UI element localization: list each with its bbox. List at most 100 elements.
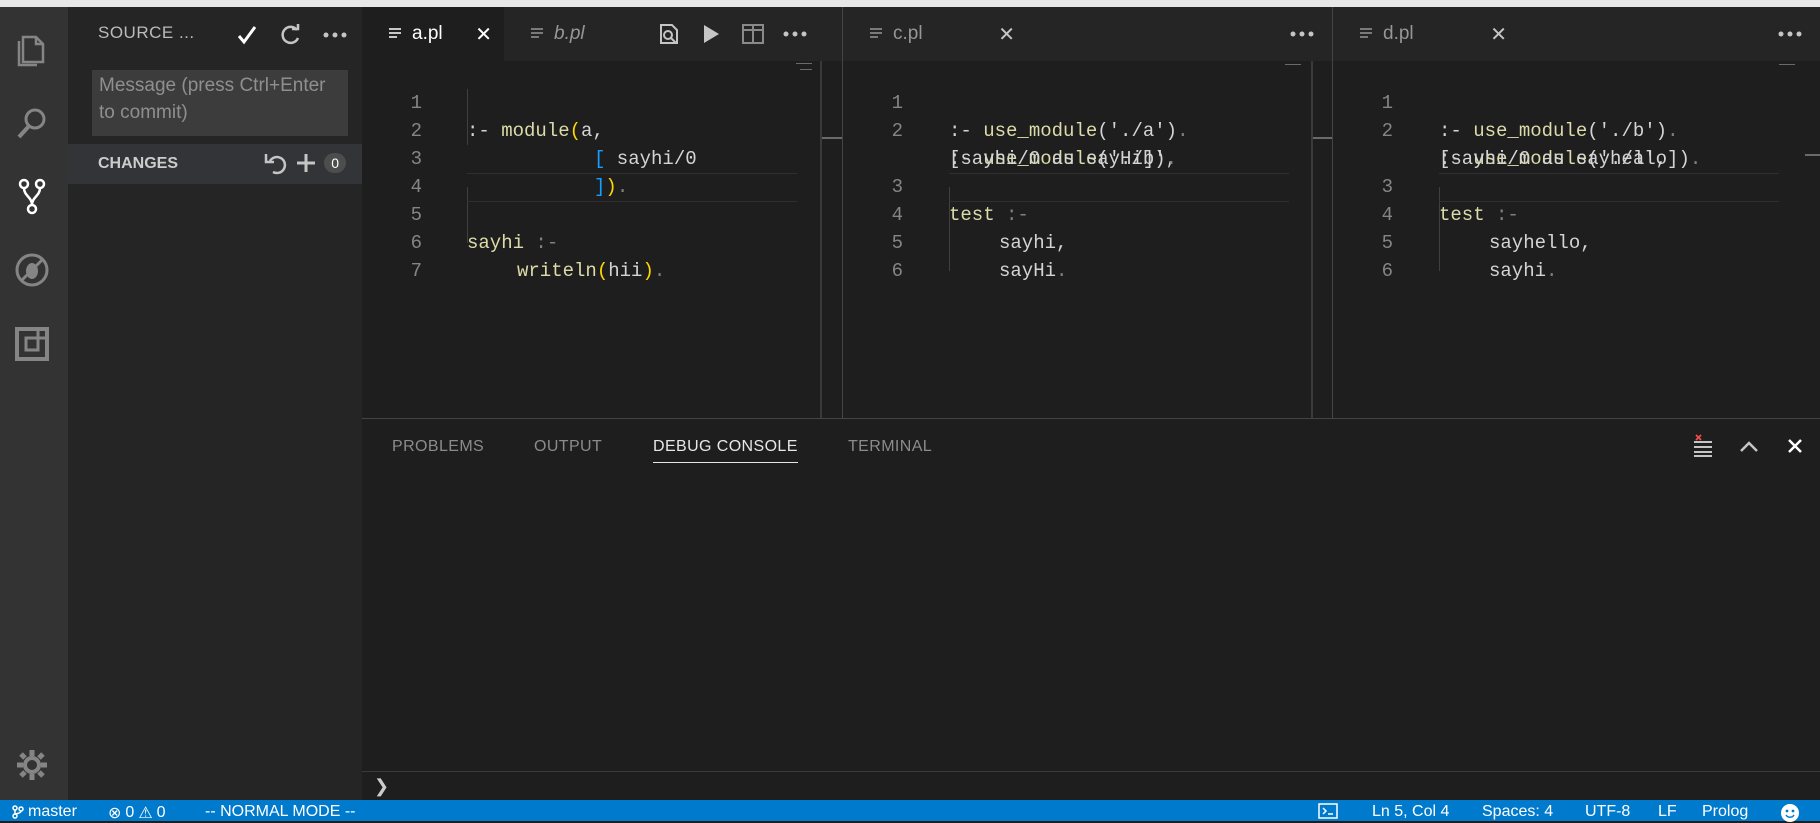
scrollbar-thumb[interactable]: [822, 137, 842, 139]
tab-terminal[interactable]: TERMINAL: [848, 438, 932, 456]
scrollbar-thumb[interactable]: [1805, 154, 1820, 156]
tab-problems[interactable]: PROBLEMS: [392, 438, 484, 456]
settings-gear-icon[interactable]: [10, 743, 54, 787]
debug-console-input[interactable]: ❯: [362, 771, 1820, 802]
code-line: 6: [1333, 229, 1820, 282]
line-number: 7: [410, 260, 422, 282]
code-line: 1 :- use_module('./b').: [1333, 61, 1820, 142]
sidebar-actions: [228, 17, 354, 53]
tab-c-pl[interactable]: c.pl ✕: [843, 7, 1027, 61]
editor-group-2: c.pl ✕ 1 :- use_module('./a'). 2 :- use_…: [842, 7, 1333, 418]
warning-count: 0: [156, 804, 166, 821]
tab-b-pl[interactable]: b.pl: [504, 7, 624, 61]
warning-icon: ⚠: [138, 805, 153, 822]
feedback-smiley-icon[interactable]: [1780, 803, 1800, 823]
activity-bar: [0, 7, 68, 800]
close-icon[interactable]: ✕: [1490, 22, 1507, 47]
refresh-icon[interactable]: [272, 17, 310, 53]
language-mode[interactable]: Prolog: [1702, 803, 1748, 821]
tab-output[interactable]: OUTPUT: [534, 438, 602, 456]
tab-label: d.pl: [1383, 23, 1414, 44]
tab-a-pl[interactable]: a.pl ✕: [362, 7, 504, 61]
discard-all-icon[interactable]: [262, 150, 288, 176]
status-bar: master ⊗ 0 ⚠ 0 -- NORMAL MODE -- Ln 5, C…: [0, 800, 1820, 823]
code-line: 1 :- module(a,: [362, 61, 842, 142]
vim-mode: -- NORMAL MODE --: [205, 803, 356, 820]
minimap[interactable]: [796, 63, 812, 64]
commit-message-input[interactable]: [92, 70, 348, 136]
problems-indicator[interactable]: ⊗ 0 ⚠ 0: [108, 803, 166, 823]
editor-actions: [650, 16, 814, 52]
changes-count-badge: 0: [324, 153, 346, 173]
more-actions-icon[interactable]: [316, 17, 354, 53]
window-top-strip: [0, 0, 1820, 7]
code-text: sayhi.: [1489, 260, 1558, 282]
changes-label: CHANGES: [98, 155, 179, 172]
minimap[interactable]: [800, 69, 812, 70]
search-icon[interactable]: [10, 101, 54, 145]
minimap[interactable]: [1285, 64, 1301, 65]
end-of-line[interactable]: LF: [1658, 803, 1677, 821]
more-actions-icon[interactable]: [1283, 16, 1321, 52]
scrollbar-thumb[interactable]: [1313, 137, 1333, 139]
maximize-panel-chevron-up-icon[interactable]: [1730, 428, 1768, 464]
tab-d-pl[interactable]: d.pl ✕: [1333, 7, 1519, 61]
tab-label: c.pl: [893, 23, 923, 44]
clear-console-icon[interactable]: [1684, 428, 1722, 464]
open-changes-icon[interactable]: [650, 16, 688, 52]
console-prompt-icon: ❯: [374, 776, 390, 796]
code-editor-c[interactable]: 1 :- use_module('./a'). 2 :- use_module(…: [843, 61, 1333, 418]
minimap[interactable]: [1779, 64, 1795, 65]
error-count: 0: [125, 804, 135, 821]
editor-group-1: a.pl ✕ b.pl 1 :- module(a, 2 [ sayhi/0 3: [362, 7, 842, 418]
changes-section-header[interactable]: CHANGES 0: [68, 144, 362, 184]
bottom-panel: PROBLEMS OUTPUT DEBUG CONSOLE TERMINAL ❯: [362, 418, 1820, 801]
panel-actions: [1684, 428, 1814, 464]
run-icon[interactable]: [692, 16, 730, 52]
line-number: 6: [891, 260, 903, 282]
stage-all-plus-icon[interactable]: [294, 151, 318, 175]
code-line: 4: [362, 145, 842, 198]
code-line: 3 test :-: [843, 145, 1333, 226]
vertical-scrollbar[interactable]: [820, 61, 822, 418]
file-lines-icon: [1359, 27, 1373, 41]
commit-check-icon[interactable]: [228, 17, 266, 53]
branch-indicator[interactable]: master: [12, 803, 77, 821]
code-line: [sayhi/0 as sayHi]).: [843, 117, 1333, 170]
branch-name: master: [28, 803, 77, 820]
file-lines-icon: [388, 27, 402, 41]
source-control-icon[interactable]: [10, 174, 54, 218]
terminal-icon[interactable]: [1318, 803, 1338, 819]
code-text: writeln(hii).: [517, 260, 666, 282]
more-actions-icon[interactable]: [776, 16, 814, 52]
code-line: 4 sayhello,: [1333, 173, 1820, 254]
code-line: 7: [362, 229, 842, 282]
code-editor-a[interactable]: 1 :- module(a, 2 [ sayhi/0 3 ]). 4 5 say…: [362, 61, 842, 418]
explorer-icon[interactable]: [10, 27, 54, 71]
editor-actions: [1771, 16, 1809, 52]
more-actions-icon[interactable]: [1771, 16, 1809, 52]
encoding[interactable]: UTF-8: [1585, 803, 1630, 821]
code-line: 2 :- use_module('./b',: [843, 89, 1333, 170]
code-line: 4 sayhi,: [843, 173, 1333, 254]
code-line: 2 [ sayhi/0: [362, 89, 842, 170]
code-line: [sayhi/0 as sayhello]).: [1333, 117, 1820, 170]
cursor-position[interactable]: Ln 5, Col 4: [1372, 803, 1449, 821]
close-icon[interactable]: ✕: [998, 22, 1015, 47]
close-panel-icon[interactable]: [1776, 428, 1814, 464]
code-editor-d[interactable]: 1 :- use_module('./b'). 2 :- use_module(…: [1333, 61, 1820, 418]
code-line: 2 :- use_module('./a',: [1333, 89, 1820, 170]
indentation[interactable]: Spaces: 4: [1482, 803, 1553, 821]
extensions-icon[interactable]: [10, 322, 54, 366]
code-text: sayHi.: [999, 260, 1068, 282]
sidebar-title: SOURCE ...: [98, 23, 195, 42]
split-editor-icon[interactable]: [734, 16, 772, 52]
vertical-scrollbar[interactable]: [1311, 61, 1313, 418]
file-lines-icon: [530, 27, 544, 41]
tab-label: b.pl: [554, 23, 585, 44]
code-line: 5 sayhi :-: [362, 173, 842, 254]
tab-label: a.pl: [412, 23, 443, 44]
tab-debug-console[interactable]: DEBUG CONSOLE: [653, 438, 798, 463]
debug-icon[interactable]: [10, 248, 54, 292]
close-icon[interactable]: ✕: [475, 22, 492, 47]
